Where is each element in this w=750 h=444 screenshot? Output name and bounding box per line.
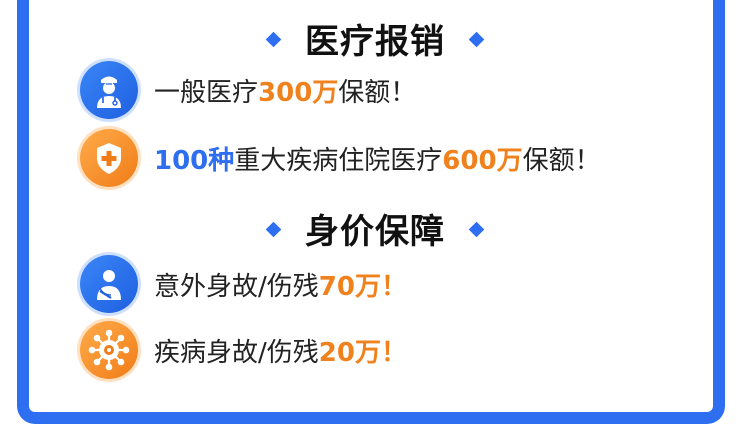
diamond-right-icon [468, 221, 485, 238]
section-title-life: 身价保障 [0, 204, 750, 253]
section-title-medical-text: 医疗报销 [305, 22, 445, 62]
section-title-medical: 医疗报销 [0, 14, 750, 63]
critical-illness-label: 重大疾病住院医疗 [234, 145, 443, 176]
list-item-general-medical: 一般医疗300万保额！ [80, 60, 416, 120]
virus-icon [80, 321, 138, 379]
general-medical-amount: 300万 [258, 77, 339, 108]
diamond-left-icon [265, 31, 282, 48]
critical-illness-text: 100种重大疾病住院医疗600万保额！ [154, 140, 601, 177]
accident-label: 意外身故/伤残 [154, 271, 319, 302]
accident-amount: 70万！ [318, 271, 407, 302]
doctor-icon [80, 61, 138, 119]
illness-label: 疾病身故/伤残 [154, 337, 319, 368]
diamond-left-icon [265, 221, 282, 238]
accident-text: 意外身故/伤残70万！ [154, 266, 407, 303]
shield-cross-icon [80, 129, 138, 187]
general-medical-text: 一般医疗300万保额！ [154, 72, 416, 109]
diamond-right-icon [468, 31, 485, 48]
list-item-illness: 疾病身故/伤残20万！ [80, 320, 407, 380]
critical-illness-amount: 600万 [442, 145, 523, 176]
critical-illness-count: 100种 [154, 145, 235, 176]
list-item-critical-illness: 100种重大疾病住院医疗600万保额！ [80, 128, 601, 188]
critical-illness-suffix: 保额！ [522, 145, 601, 176]
injured-person-icon [80, 255, 138, 313]
section-title-life-text: 身价保障 [305, 212, 445, 252]
list-item-accident: 意外身故/伤残70万！ [80, 254, 407, 314]
illness-text: 疾病身故/伤残20万！ [154, 332, 407, 369]
general-medical-label: 一般医疗 [154, 77, 259, 108]
general-medical-suffix: 保额！ [338, 77, 417, 108]
illness-amount: 20万！ [318, 337, 407, 368]
